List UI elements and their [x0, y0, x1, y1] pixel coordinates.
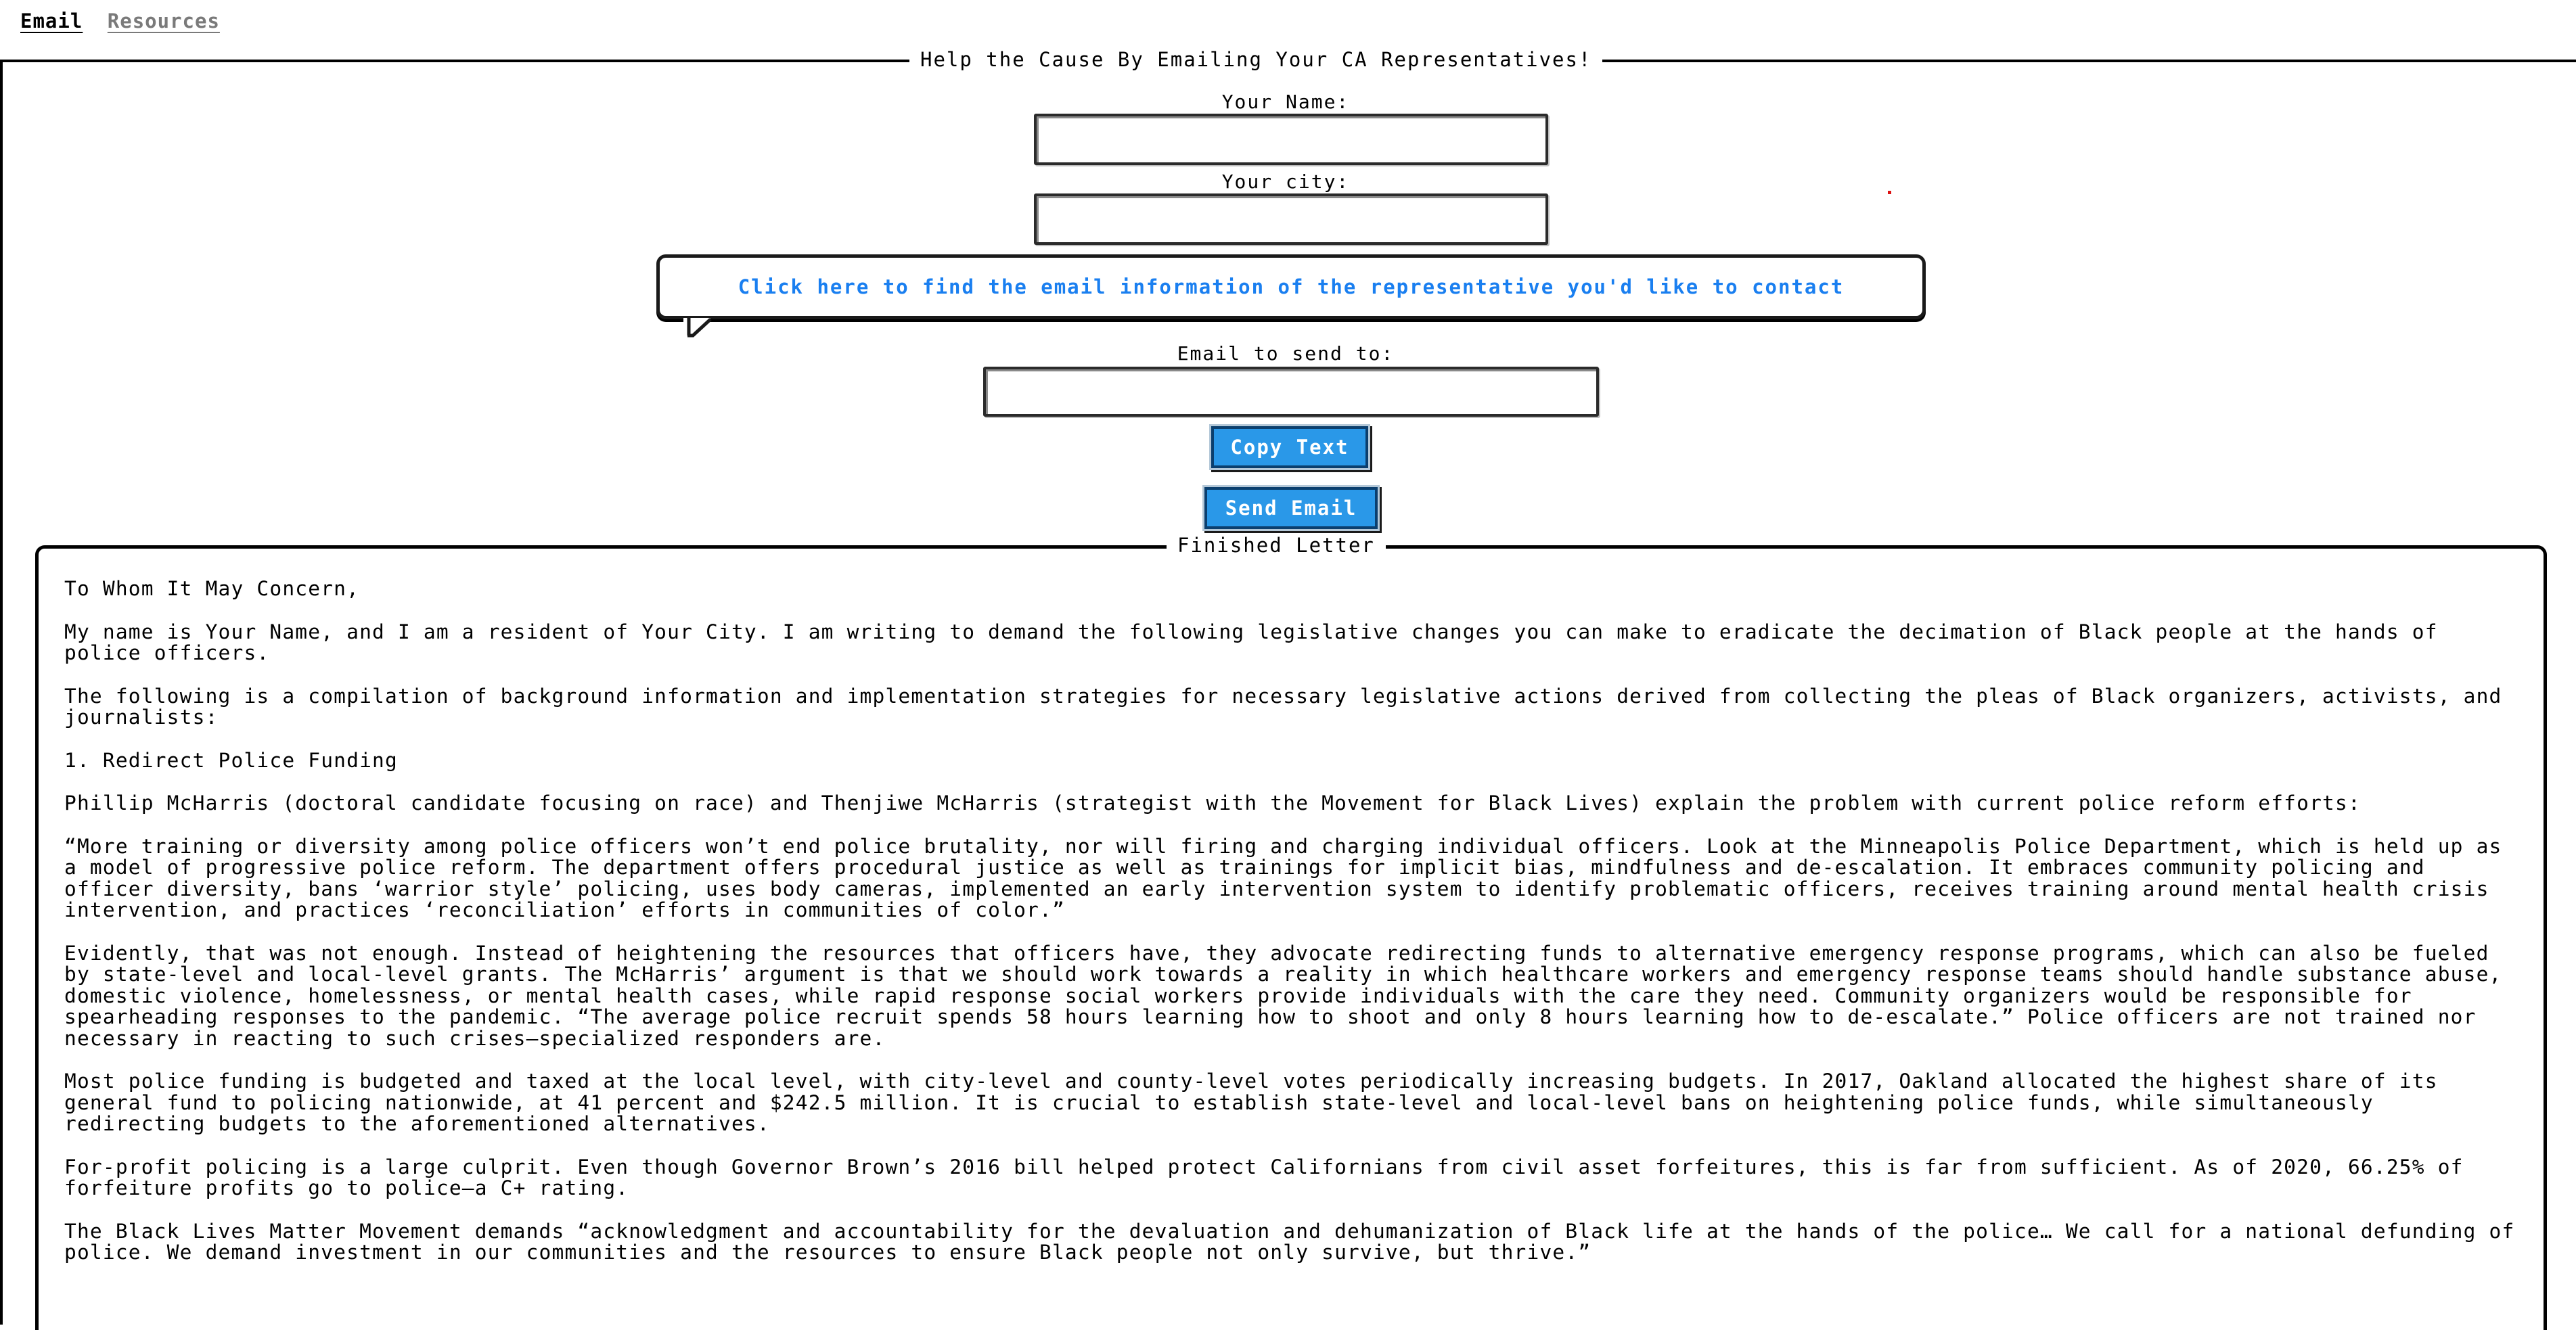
copy-text-button[interactable]: Copy Text [1211, 426, 1368, 468]
city-label: Your city: [1221, 170, 1350, 193]
rep-info-bubble[interactable]: Click here to find the email information… [656, 254, 1926, 319]
form-legend: Help the Cause By Emailing Your CA Repre… [909, 48, 1603, 71]
letter-paragraph: To Whom It May Concern, [64, 577, 360, 600]
send-email-button[interactable]: Send Email [1204, 487, 1378, 529]
letter-paragraph: The Black Lives Matter Movement demands … [64, 1219, 2515, 1264]
city-input[interactable] [1034, 193, 1548, 245]
letter-paragraph: For-profit policing is a large culprit. … [64, 1155, 2464, 1199]
finished-letter-fieldset: Finished Letter To Whom It May Concern, … [35, 534, 2547, 1330]
email-label: Email to send to: [1177, 342, 1395, 365]
letter-paragraph: Evidently, that was not enough. Instead … [64, 941, 2502, 1050]
red-dot [1888, 191, 1891, 194]
name-label: Your Name: [1221, 91, 1350, 113]
letter-heading: 1. Redirect Police Funding [64, 748, 398, 772]
top-nav: Email Resources [20, 9, 220, 32]
bubble-tail-icon [683, 318, 712, 338]
letter-paragraph: Most police funding is budgeted and taxe… [64, 1070, 2438, 1135]
letter-paragraph: The following is a compilation of backgr… [64, 684, 2502, 729]
letter-paragraph: My name is Your Name, and I am a residen… [64, 620, 2438, 664]
rep-info-link[interactable]: Click here to find the email information… [738, 275, 1845, 298]
letter-legend: Finished Letter [1167, 534, 1386, 557]
name-input[interactable] [1034, 114, 1548, 165]
letter-quote: “More training or diversity among police… [64, 834, 2502, 921]
nav-resources-link[interactable]: Resources [108, 9, 220, 32]
letter-paragraph: Phillip McHarris (doctoral candidate foc… [64, 792, 2361, 815]
nav-email-link[interactable]: Email [20, 9, 83, 32]
email-input[interactable] [983, 367, 1599, 417]
letter-body: To Whom It May Concern, My name is Your … [64, 578, 2521, 1285]
